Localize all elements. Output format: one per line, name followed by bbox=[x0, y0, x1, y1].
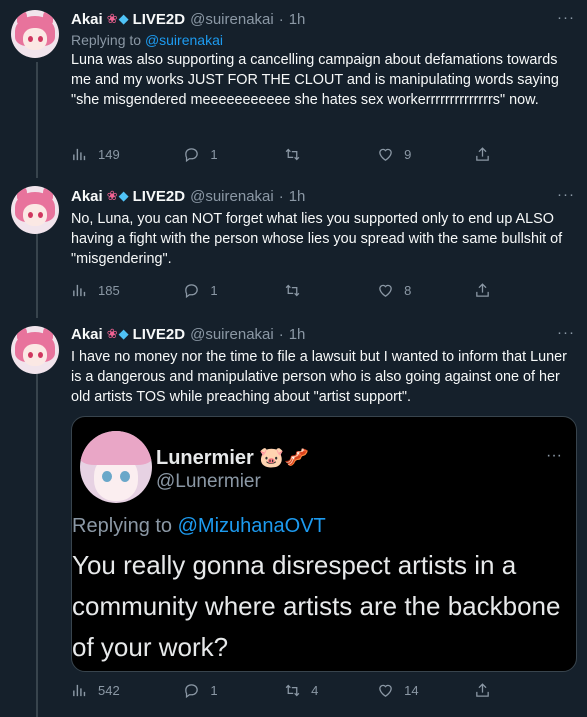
retweet-button[interactable] bbox=[284, 280, 377, 300]
retweet-button[interactable] bbox=[284, 144, 377, 164]
views-count: 149 bbox=[98, 146, 120, 162]
tweet-header: Akai ❀ ◆ LIVE2D @suirenakai · 1h ··· bbox=[71, 186, 575, 206]
reply-count: 1 bbox=[210, 682, 218, 698]
more-dots-icon[interactable]: ··· bbox=[557, 9, 575, 26]
reply-count: 1 bbox=[210, 146, 218, 162]
lotus-emoji: ❀ bbox=[106, 326, 118, 341]
tweet-text: No, Luna, you can NOT forget what lies y… bbox=[71, 211, 563, 267]
action-bar: 542 1 4 14 bbox=[71, 680, 501, 700]
author-badge: LIVE2D bbox=[132, 187, 186, 205]
like-button[interactable]: 14 bbox=[377, 680, 474, 700]
avatar[interactable] bbox=[11, 186, 59, 234]
tweet-header: Akai ❀ ◆ LIVE2D @suirenakai · 1h ··· bbox=[71, 324, 575, 344]
replying-link[interactable]: @suirenakai bbox=[145, 32, 223, 48]
lotus-emoji: ❀ bbox=[106, 11, 118, 26]
quoted-name-emoji: 🐷🥓 bbox=[259, 447, 310, 469]
author-name[interactable]: Akai bbox=[71, 326, 103, 343]
timestamp[interactable]: 1h bbox=[289, 11, 306, 28]
heart-icon bbox=[379, 148, 392, 161]
tweet[interactable]: Akai ❀ ◆ LIVE2D @suirenakai · 1h ··· No,… bbox=[0, 178, 587, 318]
like-button[interactable]: 8 bbox=[377, 280, 474, 300]
reply-bubble-icon bbox=[185, 283, 199, 298]
reply-bubble-icon bbox=[185, 683, 199, 698]
quoted-replying-label: Replying to bbox=[72, 515, 173, 537]
quoted-text: You really gonna disrespect artists in a… bbox=[72, 550, 561, 662]
author-badge: LIVE2D bbox=[132, 325, 186, 343]
author-handle[interactable]: @suirenakai bbox=[190, 326, 274, 343]
views-button[interactable]: 542 bbox=[71, 680, 183, 700]
more-dots-icon: ··· bbox=[546, 447, 562, 464]
separator: · bbox=[278, 187, 284, 205]
reply-count: 1 bbox=[210, 282, 218, 298]
tweet[interactable]: Akai ❀ ◆ LIVE2D @suirenakai · 1h ··· Rep… bbox=[0, 0, 587, 178]
like-button[interactable]: 9 bbox=[377, 144, 474, 164]
retweet-icon bbox=[285, 684, 300, 696]
quoted-replying-to: Replying to @MizuhanaOVT bbox=[72, 515, 326, 538]
heart-icon bbox=[379, 684, 392, 697]
views-bars-icon bbox=[73, 148, 86, 160]
views-count: 185 bbox=[98, 282, 120, 298]
like-count: 8 bbox=[404, 282, 412, 298]
author-handle[interactable]: @suirenakai bbox=[190, 188, 274, 205]
reply-button[interactable]: 1 bbox=[183, 144, 284, 164]
timestamp[interactable]: 1h bbox=[289, 326, 306, 343]
heart-icon bbox=[379, 284, 392, 297]
share-button[interactable] bbox=[474, 680, 501, 700]
avatar[interactable] bbox=[11, 326, 59, 374]
timestamp[interactable]: 1h bbox=[289, 188, 306, 205]
retweet-icon bbox=[285, 284, 300, 296]
views-button[interactable]: 149 bbox=[71, 144, 183, 164]
retweet-button[interactable]: 4 bbox=[284, 680, 377, 700]
quoted-avatar bbox=[80, 431, 152, 503]
separator: · bbox=[278, 325, 284, 343]
like-count: 14 bbox=[404, 682, 419, 698]
separator: · bbox=[278, 10, 284, 28]
quoted-name-text: Lunermier bbox=[156, 447, 254, 469]
reply-bubble-icon bbox=[185, 147, 199, 162]
share-icon bbox=[476, 146, 489, 161]
retweet-count: 4 bbox=[311, 682, 319, 698]
author-handle[interactable]: @suirenakai bbox=[190, 11, 274, 28]
quoted-author-handle: @Lunermier bbox=[156, 471, 261, 492]
views-count: 542 bbox=[98, 682, 120, 698]
action-bar: 185 1 8 bbox=[71, 280, 501, 300]
author-name[interactable]: Akai bbox=[71, 11, 103, 28]
replying-to: Replying to @suirenakai bbox=[71, 32, 575, 48]
replying-label: Replying to bbox=[71, 32, 142, 48]
author-name[interactable]: Akai bbox=[71, 188, 103, 205]
avatar[interactable] bbox=[11, 10, 59, 58]
quoted-screenshot[interactable]: Lunermier 🐷🥓 @Lunermier ··· Replying to … bbox=[71, 416, 577, 672]
quoted-author-name: Lunermier 🐷🥓 bbox=[156, 445, 309, 470]
share-icon bbox=[476, 682, 489, 697]
author-badge: LIVE2D bbox=[132, 10, 186, 28]
action-bar: 149 1 9 bbox=[71, 144, 501, 164]
share-button[interactable] bbox=[474, 144, 501, 164]
share-icon bbox=[476, 282, 489, 297]
gem-emoji: ◆ bbox=[118, 188, 129, 203]
share-button[interactable] bbox=[474, 280, 501, 300]
views-button[interactable]: 185 bbox=[71, 280, 183, 300]
tweet-header: Akai ❀ ◆ LIVE2D @suirenakai · 1h ··· bbox=[71, 9, 575, 29]
tweet-text: I have no money nor the time to file a l… bbox=[71, 349, 567, 405]
views-bars-icon bbox=[73, 284, 86, 296]
views-bars-icon bbox=[73, 684, 86, 696]
more-dots-icon[interactable]: ··· bbox=[557, 324, 575, 341]
gem-emoji: ◆ bbox=[118, 11, 129, 26]
like-count: 9 bbox=[404, 146, 412, 162]
more-dots-icon[interactable]: ··· bbox=[557, 186, 575, 203]
retweet-icon bbox=[285, 148, 300, 160]
quoted-replying-link: @MizuhanaOVT bbox=[177, 515, 326, 537]
lotus-emoji: ❀ bbox=[106, 188, 118, 203]
tweet-text: Luna was also supporting a cancelling ca… bbox=[71, 52, 559, 108]
reply-button[interactable]: 1 bbox=[183, 280, 284, 300]
reply-button[interactable]: 1 bbox=[183, 680, 284, 700]
gem-emoji: ◆ bbox=[118, 326, 129, 341]
